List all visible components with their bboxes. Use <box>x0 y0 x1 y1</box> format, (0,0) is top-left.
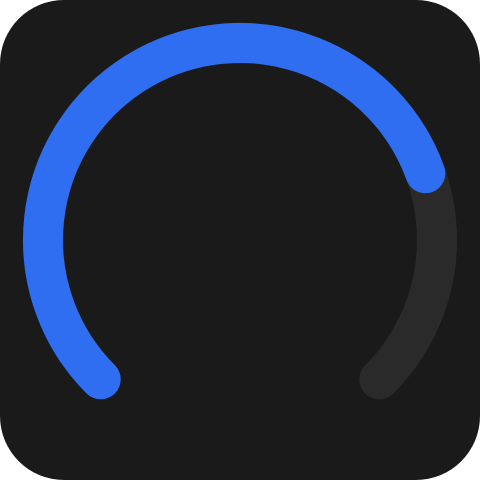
gauge-progress-arc <box>23 23 446 400</box>
app-icon-tile <box>0 0 480 480</box>
arc-gauge-icon <box>23 23 457 400</box>
